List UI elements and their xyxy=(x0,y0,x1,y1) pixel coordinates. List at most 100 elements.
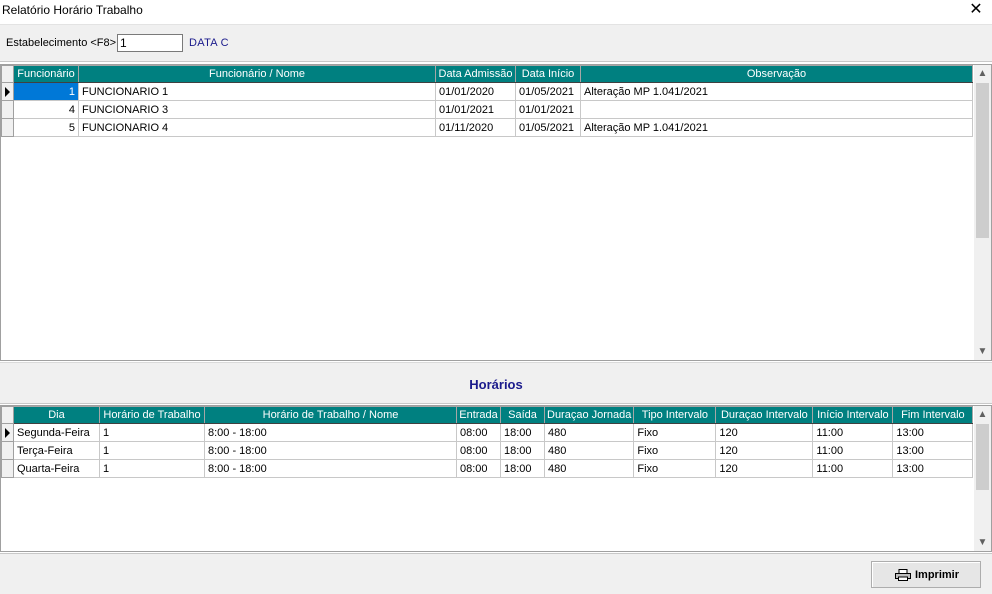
cell-note[interactable] xyxy=(580,100,973,119)
cell-break-end[interactable]: 13:00 xyxy=(892,459,974,478)
cell-schedule-name[interactable]: 8:00 - 18:00 xyxy=(204,459,457,478)
cell-schedule-code[interactable]: 1 xyxy=(99,459,205,478)
column-header[interactable]: Entrada xyxy=(456,406,501,424)
print-button[interactable]: Imprimir xyxy=(871,561,981,588)
column-header[interactable]: Tipo Intervalo xyxy=(633,406,717,424)
cell-note[interactable]: Alteração MP 1.041/2021 xyxy=(580,82,973,101)
establishment-label: Estabelecimento <F8> xyxy=(6,37,117,49)
schedules-grid[interactable]: Dia Horário de Trabalho Horário de Traba… xyxy=(0,405,992,552)
header-indicator xyxy=(1,406,14,424)
cell-start-date[interactable]: 01/01/2021 xyxy=(515,100,581,119)
cell-employee-id[interactable]: 5 xyxy=(13,118,79,137)
column-header[interactable]: Funcionário / Nome xyxy=(78,65,436,83)
header-indicator xyxy=(1,65,14,83)
table-row[interactable]: 4 FUNCIONARIO 3 01/01/2021 01/01/2021 xyxy=(1,100,973,119)
cell-admission-date[interactable]: 01/11/2020 xyxy=(435,118,516,137)
cell-entry[interactable]: 08:00 xyxy=(456,459,501,478)
cell-employee-name[interactable]: FUNCIONARIO 4 xyxy=(78,118,436,137)
cell-day[interactable]: Quarta-Feira xyxy=(13,459,100,478)
employees-scrollbar[interactable]: ▲ ▼ xyxy=(974,65,991,360)
cell-break-start[interactable]: 11:00 xyxy=(812,459,894,478)
cell-duration[interactable]: 480 xyxy=(544,423,635,442)
printer-icon xyxy=(895,569,911,581)
cell-employee-name[interactable]: FUNCIONARIO 1 xyxy=(78,82,436,101)
cell-entry[interactable]: 08:00 xyxy=(456,423,501,442)
schedules-scrollbar[interactable]: ▲ ▼ xyxy=(974,406,991,551)
establishment-name: DATA C xyxy=(189,37,229,49)
column-header[interactable]: Observação xyxy=(580,65,973,83)
print-button-label: Imprimir xyxy=(915,569,960,581)
cell-day[interactable]: Terça-Feira xyxy=(13,441,100,460)
cell-admission-date[interactable]: 01/01/2020 xyxy=(435,82,516,101)
column-header[interactable]: Horário de Trabalho xyxy=(99,406,205,424)
cell-start-date[interactable]: 01/05/2021 xyxy=(515,82,581,101)
schedules-table: Dia Horário de Trabalho Horário de Traba… xyxy=(1,406,974,478)
cell-break-end[interactable]: 13:00 xyxy=(892,423,974,442)
schedules-title: Horários xyxy=(469,377,523,392)
filter-toolbar: Estabelecimento <F8> DATA C xyxy=(0,24,992,62)
row-indicator[interactable] xyxy=(1,423,14,442)
cell-day[interactable]: Segunda-Feira xyxy=(13,423,100,442)
cell-exit[interactable]: 18:00 xyxy=(500,441,545,460)
column-header[interactable]: Duraçao Jornada xyxy=(543,406,635,424)
column-header[interactable]: Início Intervalo xyxy=(812,406,894,424)
scroll-thumb[interactable] xyxy=(976,424,989,490)
table-row[interactable]: Terça-Feira 1 8:00 - 18:00 08:00 18:00 4… xyxy=(1,441,974,460)
cell-exit[interactable]: 18:00 xyxy=(500,423,545,442)
row-indicator[interactable] xyxy=(1,441,14,460)
cell-break-duration[interactable]: 120 xyxy=(715,441,814,460)
cell-break-start[interactable]: 11:00 xyxy=(812,441,894,460)
column-header[interactable]: Funcionário xyxy=(13,65,79,83)
cell-note[interactable]: Alteração MP 1.041/2021 xyxy=(580,118,973,137)
scroll-down-icon[interactable]: ▼ xyxy=(974,343,991,360)
employees-header-row: Funcionário Funcionário / Nome Data Admi… xyxy=(1,65,973,83)
report-window: Relatório Horário Trabalho ✕ Estabelecim… xyxy=(0,0,992,594)
employees-grid[interactable]: Funcionário Funcionário / Nome Data Admi… xyxy=(0,64,992,361)
close-icon[interactable]: ✕ xyxy=(964,0,988,21)
establishment-input[interactable] xyxy=(117,34,183,52)
title-bar: Relatório Horário Trabalho ✕ xyxy=(0,0,992,22)
cell-start-date[interactable]: 01/05/2021 xyxy=(515,118,581,137)
column-header[interactable]: Fim Intervalo xyxy=(892,406,974,424)
cell-schedule-code[interactable]: 1 xyxy=(99,441,205,460)
cell-break-duration[interactable]: 120 xyxy=(715,459,814,478)
scroll-down-icon[interactable]: ▼ xyxy=(974,534,991,551)
cell-break-type[interactable]: Fixo xyxy=(633,423,717,442)
column-header[interactable]: Dia xyxy=(13,406,100,424)
cell-duration[interactable]: 480 xyxy=(544,441,635,460)
column-header[interactable]: Data Admissão xyxy=(435,65,516,83)
scroll-up-icon[interactable]: ▲ xyxy=(974,406,991,423)
row-indicator[interactable] xyxy=(1,459,14,478)
cell-admission-date[interactable]: 01/01/2021 xyxy=(435,100,516,119)
cell-exit[interactable]: 18:00 xyxy=(500,459,545,478)
cell-break-start[interactable]: 11:00 xyxy=(812,423,894,442)
cell-schedule-code[interactable]: 1 xyxy=(99,423,205,442)
row-indicator[interactable] xyxy=(1,118,14,137)
row-pointer-icon xyxy=(5,87,10,97)
cell-duration[interactable]: 480 xyxy=(544,459,635,478)
cell-schedule-name[interactable]: 8:00 - 18:00 xyxy=(204,441,457,460)
cell-employee-id[interactable]: 4 xyxy=(13,100,79,119)
table-row[interactable]: Segunda-Feira 1 8:00 - 18:00 08:00 18:00… xyxy=(1,423,974,442)
row-indicator[interactable] xyxy=(1,100,14,119)
column-header[interactable]: Duraçao Intervalo xyxy=(715,406,814,424)
schedules-section-header: Horários xyxy=(0,362,992,404)
scroll-up-icon[interactable]: ▲ xyxy=(974,65,991,82)
employees-table: Funcionário Funcionário / Nome Data Admi… xyxy=(1,65,973,137)
cell-employee-id[interactable]: 1 xyxy=(13,82,79,101)
cell-break-type[interactable]: Fixo xyxy=(633,459,717,478)
column-header[interactable]: Data Início xyxy=(515,65,581,83)
table-row[interactable]: 5 FUNCIONARIO 4 01/11/2020 01/05/2021 Al… xyxy=(1,118,973,137)
cell-entry[interactable]: 08:00 xyxy=(456,441,501,460)
table-row[interactable]: Quarta-Feira 1 8:00 - 18:00 08:00 18:00 … xyxy=(1,459,974,478)
scroll-thumb[interactable] xyxy=(976,83,989,238)
table-row[interactable]: 1 FUNCIONARIO 1 01/01/2020 01/05/2021 Al… xyxy=(1,82,973,101)
cell-break-type[interactable]: Fixo xyxy=(633,441,717,460)
cell-break-end[interactable]: 13:00 xyxy=(892,441,974,460)
cell-schedule-name[interactable]: 8:00 - 18:00 xyxy=(204,423,457,442)
cell-employee-name[interactable]: FUNCIONARIO 3 xyxy=(78,100,436,119)
row-indicator[interactable] xyxy=(1,82,14,101)
cell-break-duration[interactable]: 120 xyxy=(715,423,814,442)
column-header[interactable]: Saída xyxy=(500,406,545,424)
column-header[interactable]: Horário de Trabalho / Nome xyxy=(204,406,457,424)
